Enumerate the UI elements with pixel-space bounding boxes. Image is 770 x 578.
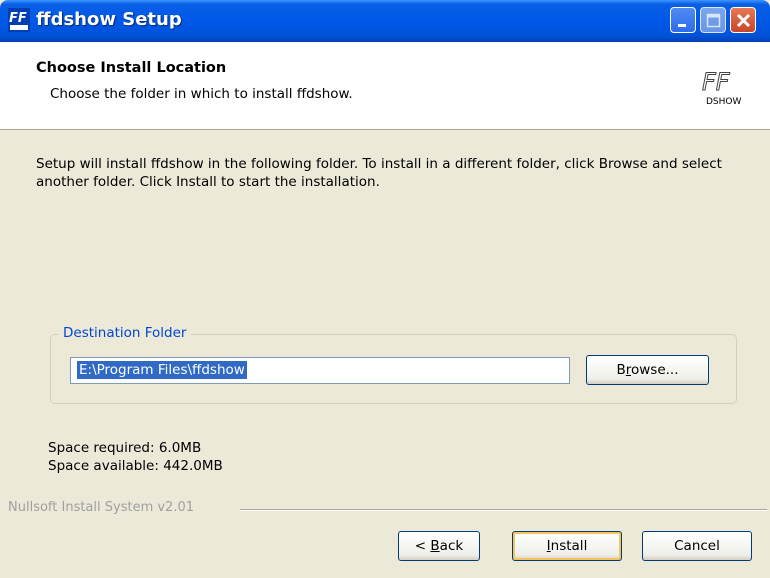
destination-folder-label: Destination Folder (58, 325, 192, 341)
install-button[interactable]: Install (512, 531, 622, 561)
nsis-branding: Nullsoft Install System v2.01 (8, 500, 195, 515)
maximize-icon (706, 13, 721, 28)
back-button[interactable]: < Back (398, 531, 480, 561)
ffdshow-logo: FF DSHOW (702, 68, 742, 108)
svg-text:DSHOW: DSHOW (706, 97, 741, 107)
page-subtitle: Choose the folder in which to install ff… (50, 86, 353, 102)
minimize-button[interactable] (670, 7, 696, 33)
svg-text:FF: FF (9, 11, 27, 26)
cancel-button[interactable]: Cancel (642, 531, 752, 561)
close-button[interactable] (730, 7, 756, 33)
setup-window: FF ffdshow Setup Choose Install Location… (0, 0, 770, 578)
close-icon (736, 13, 751, 28)
header-panel: Choose Install Location Choose the folde… (0, 42, 770, 130)
space-available: Space available: 442.0MB (48, 458, 223, 474)
minimize-icon (678, 24, 686, 27)
ffdshow-app-icon: FF (8, 8, 30, 32)
space-required: Space required: 6.0MB (48, 440, 202, 456)
browse-button[interactable]: Browse... (586, 355, 709, 385)
window-title: ffdshow Setup (36, 9, 182, 30)
title-bar[interactable]: FF ffdshow Setup (0, 0, 770, 42)
destination-path-value: E:\Program Files\ffdshow (77, 361, 247, 379)
instructions-text: Setup will install ffdshow in the follow… (36, 156, 722, 190)
destination-path-input[interactable]: E:\Program Files\ffdshow (70, 357, 570, 384)
page-title: Choose Install Location (36, 60, 227, 76)
maximize-button[interactable] (700, 7, 726, 33)
footer-divider (240, 509, 767, 511)
svg-text:FF: FF (702, 68, 731, 96)
